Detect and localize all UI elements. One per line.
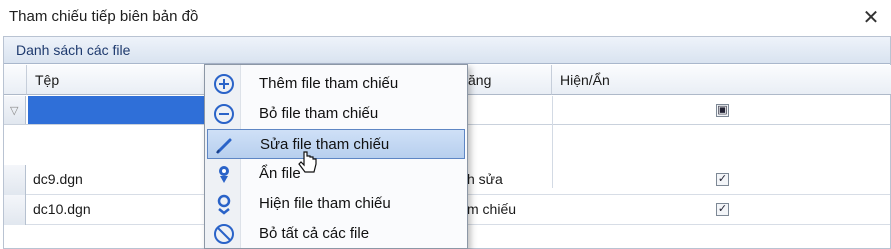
file-name: dc10.dgn bbox=[33, 201, 91, 217]
column-header-file[interactable]: Tệp bbox=[27, 65, 220, 95]
close-icon: ✕ bbox=[862, 6, 880, 29]
remove-circle-icon bbox=[214, 104, 234, 124]
filter-input-file[interactable] bbox=[28, 96, 218, 124]
file-name: dc9.dgn bbox=[33, 171, 83, 187]
menu-item-remove-all[interactable]: Bỏ tất cả các file bbox=[207, 219, 465, 249]
panel-header[interactable]: Danh sách các file bbox=[4, 37, 890, 64]
hand-cursor-icon bbox=[298, 151, 317, 173]
menu-item-edit-reference[interactable]: Sửa file tham chiếu bbox=[207, 129, 465, 159]
add-circle-icon bbox=[214, 74, 234, 94]
pencil-icon bbox=[216, 138, 232, 154]
visibility-checkbox[interactable]: ✓ bbox=[716, 173, 729, 186]
row-status: m chiếu bbox=[467, 201, 517, 217]
no-entry-icon bbox=[214, 224, 234, 244]
title-bar: Tham chiếu tiếp biên bản đồ ✕ bbox=[0, 0, 891, 36]
column-header-visibility[interactable]: Hiện/Ẩn bbox=[552, 65, 891, 95]
visibility-checkbox[interactable]: ✓ bbox=[716, 203, 729, 216]
menu-item-remove-reference[interactable]: Bỏ file tham chiếu bbox=[207, 99, 465, 129]
show-pin-icon bbox=[217, 194, 231, 215]
row-status: h sửa bbox=[467, 171, 503, 187]
close-button[interactable]: ✕ bbox=[857, 3, 885, 31]
menu-item-add-reference[interactable]: Thêm file tham chiếu bbox=[207, 69, 465, 99]
panel-title: Danh sách các file bbox=[16, 42, 131, 58]
window-title: Tham chiếu tiếp biên bản đồ bbox=[9, 8, 199, 25]
row-indicator-header bbox=[4, 65, 27, 95]
menu-item-hide-file[interactable]: Ẩn file bbox=[207, 159, 465, 189]
filter-icon: ▽ bbox=[10, 105, 19, 117]
hide-pin-icon bbox=[219, 166, 229, 183]
column-header-status[interactable]: ăng bbox=[460, 65, 552, 95]
filter-visibility-checkbox[interactable]: ▣ bbox=[716, 104, 729, 117]
menu-item-show-reference[interactable]: Hiện file tham chiếu bbox=[207, 189, 465, 219]
context-menu: Thêm file tham chiếu Bỏ file tham chiếu … bbox=[204, 64, 468, 249]
